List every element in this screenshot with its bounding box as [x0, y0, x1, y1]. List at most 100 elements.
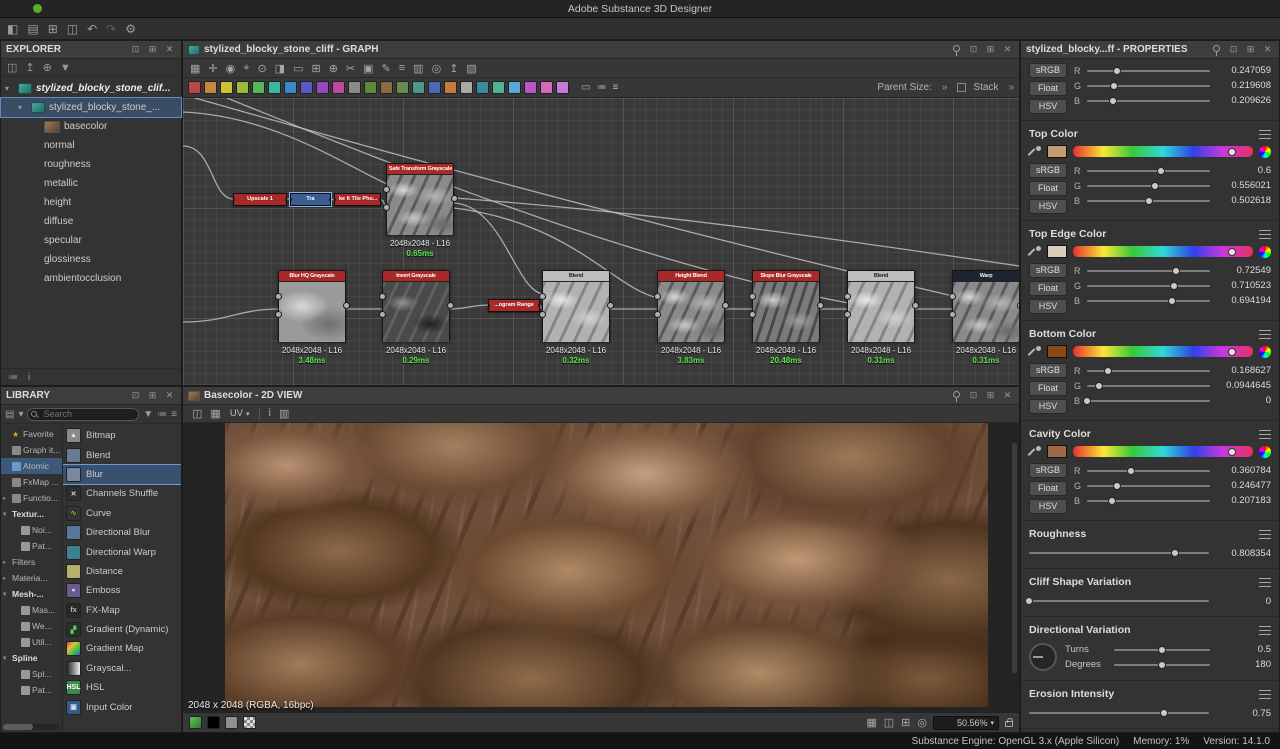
color-swatch[interactable]	[1047, 345, 1067, 358]
slider-knob[interactable]	[1145, 197, 1153, 205]
channel-slider[interactable]	[1087, 300, 1210, 302]
slider-knob[interactable]	[1113, 67, 1121, 75]
node-pin[interactable]	[844, 311, 851, 318]
channel-slider[interactable]	[1087, 185, 1210, 187]
node-pin[interactable]	[343, 302, 350, 309]
explorer-tree-item[interactable]: metallic	[1, 174, 181, 193]
maximize-panel-icon[interactable]: ⊞	[146, 44, 159, 55]
library-category[interactable]: Noi...	[1, 522, 62, 538]
graph-node[interactable]: Height Blend2048x2048 - L163.83ms	[657, 270, 725, 342]
graph-node[interactable]: Blend2048x2048 - L160.32ms	[542, 270, 610, 342]
node-pin[interactable]	[275, 293, 282, 300]
eyedropper-icon[interactable]	[1029, 346, 1041, 358]
library-item[interactable]: ▣Input Color	[63, 697, 181, 716]
library-item[interactable]: Blur	[63, 465, 181, 484]
category-chevron-icon[interactable]: ▸	[3, 558, 10, 566]
library-category[interactable]: Pat...	[1, 538, 62, 554]
hue-gradient-bar[interactable]	[1073, 446, 1253, 457]
library-category[interactable]: ▸Functio...	[1, 490, 62, 506]
levels-icon[interactable]: ≡	[612, 82, 618, 93]
float-panel-icon[interactable]: ⊡	[967, 44, 980, 55]
mode-hsv-button[interactable]: HSV	[1029, 299, 1067, 314]
node-pin[interactable]	[285, 197, 287, 202]
channel-slider[interactable]	[1087, 400, 1210, 402]
node-pin[interactable]	[607, 302, 614, 309]
node-pin[interactable]	[949, 293, 956, 300]
param-slider[interactable]	[1029, 600, 1209, 602]
slider-knob[interactable]	[1157, 167, 1165, 175]
mode-float-button[interactable]: Float	[1029, 181, 1067, 196]
node-create-icon-17[interactable]	[460, 81, 473, 94]
node-pin[interactable]	[539, 293, 546, 300]
slider-knob[interactable]	[1095, 382, 1103, 390]
graph-node-mini[interactable]: ...ogram Range	[488, 299, 540, 312]
float-panel-icon[interactable]: ⊡	[1227, 44, 1240, 55]
menu-icon[interactable]: ≡	[171, 409, 177, 420]
comment-icon[interactable]: ▭	[293, 62, 303, 75]
library-item[interactable]: HSLHSL	[63, 678, 181, 697]
zoom-control[interactable]: 50.56% ▾	[933, 716, 999, 730]
library-category[interactable]: ★Favorite	[1, 426, 62, 442]
graph-canvas[interactable]: Upscale 1Trake It Tile Pho...Safe Transf…	[183, 98, 1019, 385]
mode-float-button[interactable]: Float	[1029, 281, 1067, 296]
save-icon[interactable]: ◫	[67, 22, 78, 36]
node-pin[interactable]	[275, 311, 282, 318]
export-icon[interactable]: ↥	[25, 61, 34, 74]
new-view-icon[interactable]: ▤	[5, 409, 14, 420]
close-panel-icon[interactable]: ✕	[1261, 44, 1274, 55]
channel-slider[interactable]	[1087, 285, 1210, 287]
graph-node[interactable]: Blur HQ Grayscale2048x2048 - L163.48ms	[278, 270, 346, 342]
node-create-icon-20[interactable]	[508, 81, 521, 94]
screenshot-icon[interactable]: ◉	[226, 62, 236, 75]
section-menu-icon[interactable]	[1259, 626, 1271, 635]
export-icon[interactable]: ↥	[449, 62, 458, 75]
library-category[interactable]: Mas...	[1, 602, 62, 618]
add-node-icon[interactable]: ⊕	[329, 62, 338, 75]
slider-knob[interactable]	[1158, 661, 1166, 669]
slider-knob[interactable]	[1170, 282, 1178, 290]
explorer-tree-item[interactable]: roughness	[1, 155, 181, 174]
slider-knob[interactable]	[1109, 97, 1117, 105]
node-create-icon-1[interactable]	[204, 81, 217, 94]
node-create-icon-18[interactable]	[476, 81, 489, 94]
expand-chevron-icon[interactable]: ▾	[18, 103, 27, 112]
slider-knob[interactable]	[1083, 397, 1091, 405]
node-pin[interactable]	[722, 302, 729, 309]
library-item[interactable]: Grayscal...	[63, 659, 181, 678]
tiling-icon[interactable]: ▦	[866, 716, 876, 729]
fit-width-icon[interactable]: ◫	[884, 716, 894, 729]
node-pin[interactable]	[912, 302, 919, 309]
library-category[interactable]: We...	[1, 618, 62, 634]
channel-slider[interactable]	[1087, 485, 1210, 487]
mode-srgb-button[interactable]: sRGB	[1029, 363, 1067, 378]
channel-slider[interactable]	[1087, 370, 1210, 372]
float-panel-icon[interactable]: ⊡	[129, 44, 142, 55]
category-chevron-icon[interactable]: ▸	[3, 574, 10, 582]
explorer-tree-item[interactable]: height	[1, 193, 181, 212]
mode-hsv-button[interactable]: HSV	[1029, 99, 1067, 114]
color-picker-icon[interactable]	[1259, 246, 1271, 258]
zoom-icon[interactable]: ⊙	[257, 62, 266, 75]
collapse-all-icon[interactable]: ▾	[18, 409, 23, 420]
background-black-icon[interactable]	[207, 716, 220, 729]
node-pin[interactable]	[447, 302, 454, 309]
graph-node[interactable]: Invert Grayscale2048x2048 - L160.29ms	[382, 270, 450, 342]
background-gray-icon[interactable]	[225, 716, 238, 729]
panel-toggle-icon[interactable]: ◧	[7, 22, 18, 36]
graph-node-mini[interactable]: Tra	[290, 193, 331, 206]
node-pin[interactable]	[749, 311, 756, 318]
new-package-icon[interactable]: ▤	[27, 22, 38, 36]
slider-knob[interactable]	[1172, 267, 1180, 275]
list-view-icon[interactable]: ≔	[8, 372, 18, 383]
explorer-tree-item[interactable]: glossiness	[1, 250, 181, 269]
slider-knob[interactable]	[1158, 646, 1166, 654]
pin-panel-icon[interactable]	[953, 391, 960, 398]
mode-hsv-button[interactable]: HSV	[1029, 399, 1067, 414]
section-menu-icon[interactable]	[1259, 578, 1271, 587]
float-panel-icon[interactable]: ⊡	[129, 390, 142, 401]
node-create-icon-4[interactable]	[252, 81, 265, 94]
node-create-icon-7[interactable]	[300, 81, 313, 94]
fit-view-icon[interactable]: ⊞	[901, 716, 910, 729]
node-create-icon-16[interactable]	[444, 81, 457, 94]
channel-slider[interactable]	[1087, 470, 1210, 472]
